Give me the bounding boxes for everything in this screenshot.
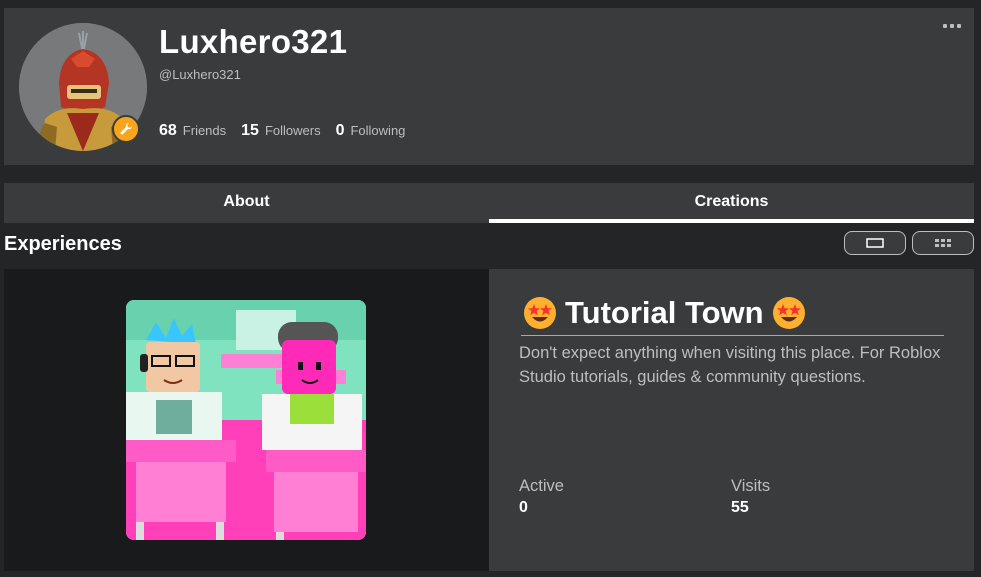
social-stats: 68 Friends 15 Followers 0 Following [159,122,420,140]
experience-card[interactable]: Tutorial Town Don't expect anything when… [4,269,974,571]
profile-header: Luxhero321 @Luxhero321 68 Friends 15 Fol… [4,8,974,165]
friends-stat[interactable]: 68 Friends [159,122,226,140]
experience-title-row[interactable]: Tutorial Town [521,291,944,336]
active-players-stat: Active 0 [519,477,564,517]
tab-about[interactable]: About [4,183,489,223]
star-struck-emoji-icon [772,297,805,329]
single-view-button[interactable] [844,231,906,255]
friends-label: Friends [182,123,227,138]
followers-count: 15 [241,122,259,139]
visits-label: Visits [731,477,771,495]
visits-value: 55 [731,499,749,516]
developer-badge[interactable] [112,115,140,143]
dot-icon [957,24,961,28]
grid-view-icon [935,239,951,247]
section-title: Experiences [4,233,122,255]
username-handle: @Luxhero321 [159,67,241,82]
followers-stat[interactable]: 15 Followers [241,122,320,140]
active-value: 0 [519,499,528,516]
tab-creations[interactable]: Creations [489,183,974,223]
dot-icon [950,24,954,28]
friends-count: 68 [159,122,177,139]
classroom-thumbnail-icon [126,300,366,540]
grid-view-button[interactable] [912,231,974,255]
experience-details: Tutorial Town Don't expect anything when… [489,269,974,571]
following-label: Following [350,123,406,138]
active-label: Active [519,477,564,495]
following-stat[interactable]: 0 Following [336,122,406,140]
experience-thumbnail-panel [4,269,489,571]
single-view-icon [866,238,884,248]
experience-thumbnail[interactable] [126,300,366,540]
following-count: 0 [335,122,345,139]
more-options-button[interactable] [943,21,961,31]
visits-stat: Visits 55 [731,477,770,517]
star-struck-emoji-icon [524,297,556,329]
followers-label: Followers [264,123,321,138]
experience-description: Don't expect anything when visiting this… [519,344,941,386]
experience-title: Tutorial Town [565,295,764,330]
profile-tabs: About Creations [4,183,974,223]
display-name: Luxhero321 [159,23,348,60]
dot-icon [943,24,947,28]
wrench-icon [120,122,133,135]
